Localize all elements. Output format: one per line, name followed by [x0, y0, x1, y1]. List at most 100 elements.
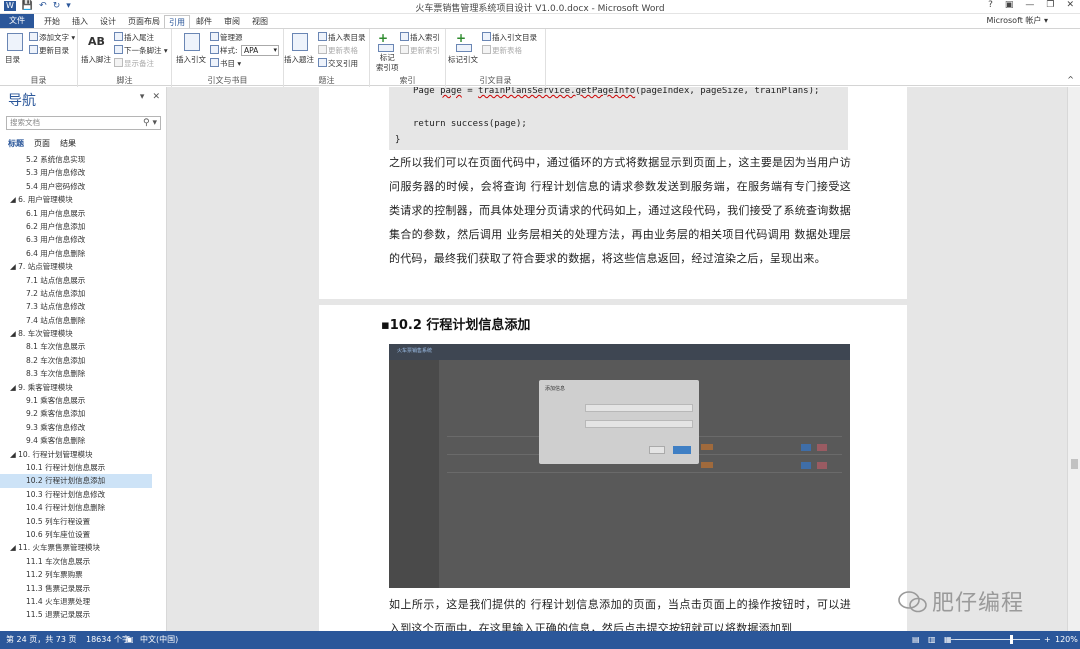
- nav-heading-level2[interactable]: 6.2 用户信息添加: [0, 220, 166, 233]
- toc-button[interactable]: 目录: [5, 54, 20, 65]
- nav-heading-level2[interactable]: 11.5 退票记录展示: [0, 608, 166, 621]
- tab-review[interactable]: 审阅: [220, 15, 244, 28]
- update-table-button[interactable]: 更新表格: [318, 45, 358, 56]
- nav-heading-level2[interactable]: 6.4 用户信息删除: [0, 247, 166, 260]
- nav-heading-level2[interactable]: 7.4 站点信息删除: [0, 314, 166, 327]
- nav-heading-level2[interactable]: 10.1 行程计划信息展示: [0, 461, 166, 474]
- nav-heading-level1[interactable]: ◢ 8. 车次管理模块: [0, 327, 166, 340]
- zoom-level[interactable]: 120%: [1055, 631, 1078, 649]
- show-notes-button[interactable]: 显示备注: [114, 58, 154, 69]
- nav-heading-level2[interactable]: 5.4 用户密码修改: [0, 180, 166, 193]
- ribbon-display-icon[interactable]: ▣: [1005, 0, 1014, 10]
- nav-heading-level2[interactable]: 6.3 用户信息修改: [0, 233, 166, 246]
- nav-heading-level2[interactable]: 11.1 车次信息展示: [0, 555, 166, 568]
- word-count[interactable]: 18634 个字: [86, 631, 130, 649]
- nav-heading-level1[interactable]: ◢ 10. 行程计划管理模块: [0, 448, 166, 461]
- tab-design[interactable]: 设计: [96, 15, 120, 28]
- nav-heading-level2[interactable]: 6.1 用户信息展示: [0, 207, 166, 220]
- bibliography-button[interactable]: 书目 ▾: [210, 58, 241, 69]
- group-toa: + 标记引文 插入引文目录 更新表格 引文目录: [446, 29, 546, 87]
- zoom-slider[interactable]: [955, 639, 1040, 640]
- update-toa-button[interactable]: 更新表格: [482, 45, 522, 56]
- insert-caption-button[interactable]: 插入题注: [284, 54, 314, 65]
- vertical-scrollbar[interactable]: [1067, 87, 1080, 631]
- nav-search-input[interactable]: 搜索文档 ⚲ ▾: [6, 116, 161, 130]
- nav-heading-level2[interactable]: 10.5 列车行程设置: [0, 515, 166, 528]
- nav-close-icon[interactable]: ✕: [152, 92, 160, 102]
- nav-heading-level2[interactable]: 9.1 乘客信息展示: [0, 394, 166, 407]
- language[interactable]: 中文(中国): [140, 631, 178, 649]
- cross-reference-button[interactable]: 交叉引用: [318, 58, 358, 69]
- nav-heading-level2[interactable]: 11.2 列车票购票: [0, 568, 166, 581]
- print-layout-icon[interactable]: ▥: [928, 631, 936, 649]
- account-button[interactable]: Microsoft 帐户 ▾: [986, 15, 1048, 26]
- tab-home[interactable]: 开始: [40, 15, 64, 28]
- tab-view[interactable]: 视图: [248, 15, 272, 28]
- tab-mailings[interactable]: 邮件: [192, 15, 216, 28]
- citation-style-select[interactable]: APA ▾: [241, 45, 279, 56]
- help-icon[interactable]: ?: [988, 0, 993, 10]
- add-text-button[interactable]: 添加文字 ▾: [29, 32, 75, 43]
- zoom-slider-thumb[interactable]: [1010, 635, 1013, 644]
- search-icon[interactable]: ⚲ ▾: [143, 117, 157, 129]
- insert-toa-button[interactable]: 插入引文目录: [482, 32, 537, 43]
- close-icon[interactable]: ✕: [1066, 0, 1074, 10]
- tab-insert[interactable]: 插入: [68, 15, 92, 28]
- insert-citation-button[interactable]: 插入引文: [176, 54, 206, 65]
- insert-index-button[interactable]: 插入索引: [400, 32, 440, 43]
- manage-sources-button[interactable]: 管理源: [210, 32, 243, 43]
- wechat-logo-icon: [898, 591, 927, 613]
- nav-heading-level2[interactable]: 10.2 行程计划信息添加: [0, 474, 152, 488]
- update-toc-button[interactable]: 更新目录: [29, 45, 69, 56]
- nav-heading-level2[interactable]: 7.2 站点信息添加: [0, 287, 166, 300]
- nav-heading-level2[interactable]: 7.1 站点信息展示: [0, 274, 166, 287]
- scroll-thumb[interactable]: [1071, 459, 1078, 469]
- nav-heading-level2[interactable]: 7.3 站点信息修改: [0, 300, 166, 313]
- zoom-out-button[interactable]: −: [950, 631, 957, 649]
- nav-heading-level2[interactable]: 11.3 售票记录展示: [0, 582, 166, 595]
- nav-heading-level2[interactable]: 10.4 行程计划信息删除: [0, 501, 166, 514]
- nav-heading-level2[interactable]: 5.3 用户信息修改: [0, 166, 166, 179]
- insert-footnote-button[interactable]: 插入脚注: [81, 54, 111, 65]
- insert-endnote-button[interactable]: 插入尾注: [114, 32, 154, 43]
- manage-sources-icon: [210, 32, 219, 41]
- nav-heading-level2[interactable]: 5.2 系统信息实现: [0, 153, 166, 166]
- insert-tof-label: 插入表目录: [328, 33, 366, 42]
- mark-entry-button[interactable]: 标记 索引项: [376, 53, 399, 73]
- read-mode-icon[interactable]: ▤: [912, 631, 920, 649]
- nav-heading-level1[interactable]: ◢ 7. 站点管理模块: [0, 260, 166, 273]
- collapse-ribbon-icon[interactable]: ^: [1067, 75, 1074, 84]
- nav-heading-level2[interactable]: 9.2 乘客信息添加: [0, 407, 166, 420]
- tab-file[interactable]: 文件: [0, 14, 34, 28]
- proofing-icon[interactable]: ▣: [126, 631, 134, 649]
- mark-citation-icon: [456, 44, 472, 52]
- tab-layout[interactable]: 页面布局: [124, 15, 164, 28]
- nav-options-icon[interactable]: ▾: [140, 92, 145, 102]
- nav-heading-level1[interactable]: ◢ 6. 用户管理模块: [0, 193, 166, 206]
- restore-icon[interactable]: ❐: [1046, 0, 1054, 10]
- group-label-toc: 目录: [30, 76, 47, 85]
- nav-tab-headings[interactable]: 标题: [8, 138, 24, 149]
- nav-heading-level2[interactable]: 8.2 车次信息添加: [0, 354, 166, 367]
- nav-tab-results[interactable]: 结果: [60, 138, 76, 149]
- zoom-in-button[interactable]: +: [1044, 631, 1051, 649]
- bibliography-label: 书目: [220, 59, 235, 68]
- next-footnote-button[interactable]: 下一条脚注 ▾: [114, 45, 168, 56]
- mark-citation-button[interactable]: 标记引文: [448, 54, 478, 65]
- nav-tab-pages[interactable]: 页面: [34, 138, 50, 149]
- nav-heading-level2[interactable]: 10.3 行程计划信息修改: [0, 488, 166, 501]
- nav-heading-level2[interactable]: 8.3 车次信息删除: [0, 367, 166, 380]
- nav-heading-level2[interactable]: 11.4 火车退票处理: [0, 595, 166, 608]
- insert-tof-button[interactable]: 插入表目录: [318, 32, 366, 43]
- nav-heading-level1[interactable]: ◢ 11. 火车票售票管理模块: [0, 541, 166, 554]
- nav-heading-level2[interactable]: 10.6 列车座位设置: [0, 528, 166, 541]
- nav-heading-level2[interactable]: 9.3 乘客信息修改: [0, 421, 166, 434]
- nav-heading-level1[interactable]: ◢ 9. 乘客管理模块: [0, 381, 166, 394]
- style-icon: [210, 45, 219, 54]
- nav-heading-level2[interactable]: 8.1 车次信息展示: [0, 340, 166, 353]
- update-index-button[interactable]: 更新索引: [400, 45, 440, 56]
- page-count[interactable]: 第 24 页，共 73 页: [6, 631, 77, 649]
- nav-heading-level2[interactable]: 9.4 乘客信息删除: [0, 434, 166, 447]
- tab-references[interactable]: 引用: [164, 15, 190, 28]
- minimize-icon[interactable]: —: [1025, 0, 1034, 10]
